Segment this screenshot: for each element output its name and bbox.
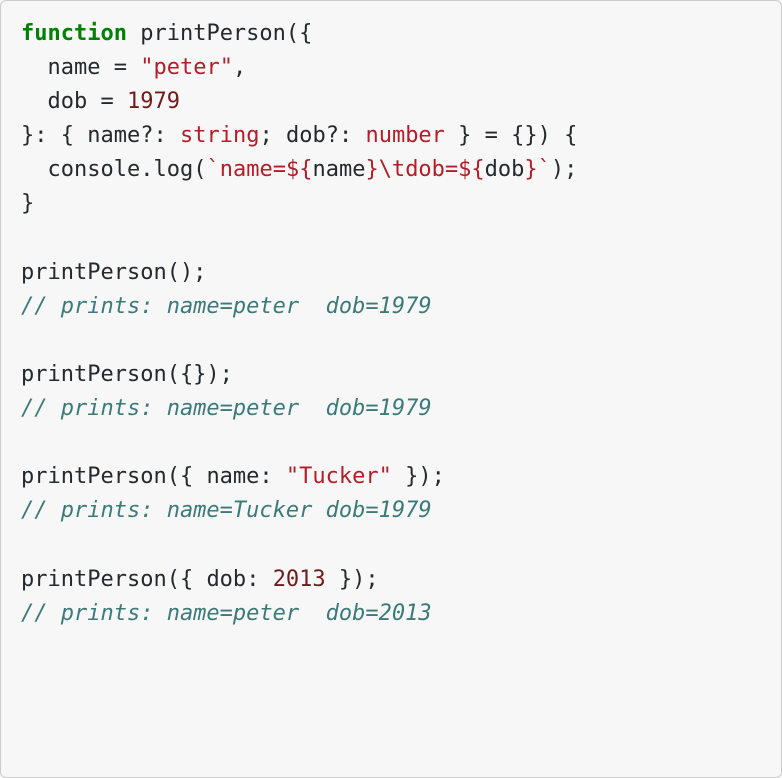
colon: : — [259, 464, 286, 489]
type-number: number — [365, 123, 444, 148]
punct: }: { — [21, 123, 87, 148]
backtick: ` — [538, 157, 551, 182]
call-3-pre: printPerson({ — [21, 464, 206, 489]
paren-close: ); — [551, 157, 578, 182]
interp-close: } — [365, 157, 378, 182]
console: console — [48, 157, 141, 182]
indent — [21, 89, 48, 114]
call-2: printPerson({}); — [21, 362, 233, 387]
number-literal: 1979 — [127, 89, 180, 114]
comment-4: // prints: name=peter dob=2013 — [21, 601, 432, 626]
interp-var: name — [312, 157, 365, 182]
type-string: string — [180, 123, 259, 148]
punct: } = {}) { — [445, 123, 577, 148]
optional: ?: — [326, 123, 366, 148]
call-3-post: }); — [392, 464, 445, 489]
call-3-key: name — [206, 464, 259, 489]
keyword-function: function — [21, 21, 127, 46]
equals: = — [100, 55, 140, 80]
comment-2: // prints: name=peter dob=1979 — [21, 396, 432, 421]
call-4-pre: printPerson({ — [21, 567, 206, 592]
type-key: dob — [286, 123, 326, 148]
template-text: name= — [220, 157, 286, 182]
log-method: log — [153, 157, 193, 182]
space — [127, 21, 140, 46]
comment-1: // prints: name=peter dob=1979 — [21, 294, 432, 319]
equals: = — [87, 89, 127, 114]
interp-close: } — [524, 157, 537, 182]
paren-open: ( — [193, 157, 206, 182]
template-text: dob= — [405, 157, 458, 182]
call-4-key: dob — [206, 567, 246, 592]
param-name: name — [48, 55, 101, 80]
interp-var: dob — [485, 157, 525, 182]
call-4-number: 2013 — [273, 567, 326, 592]
call-3-string: "Tucker" — [286, 464, 392, 489]
call-4-post: }); — [326, 567, 379, 592]
call-1: printPerson(); — [21, 260, 206, 285]
code-block: function printPerson({ name = "peter", d… — [0, 0, 782, 778]
brace-close: } — [21, 191, 34, 216]
backtick: ` — [206, 157, 219, 182]
colon: : — [246, 567, 273, 592]
string-literal: "peter" — [140, 55, 233, 80]
function-name: printPerson — [140, 21, 286, 46]
type-key: name — [87, 123, 140, 148]
optional: ?: — [140, 123, 180, 148]
interp-open: ${ — [286, 157, 313, 182]
indent — [21, 157, 48, 182]
interp-open: ${ — [458, 157, 485, 182]
code-content: function printPerson({ name = "peter", d… — [21, 17, 761, 631]
param-dob: dob — [48, 89, 88, 114]
dot: . — [140, 157, 153, 182]
comma: , — [233, 55, 246, 80]
sep: ; — [259, 123, 286, 148]
indent — [21, 55, 48, 80]
escape-tab: \t — [379, 157, 406, 182]
punct: ({ — [286, 21, 313, 46]
comment-3: // prints: name=Tucker dob=1979 — [21, 498, 432, 523]
